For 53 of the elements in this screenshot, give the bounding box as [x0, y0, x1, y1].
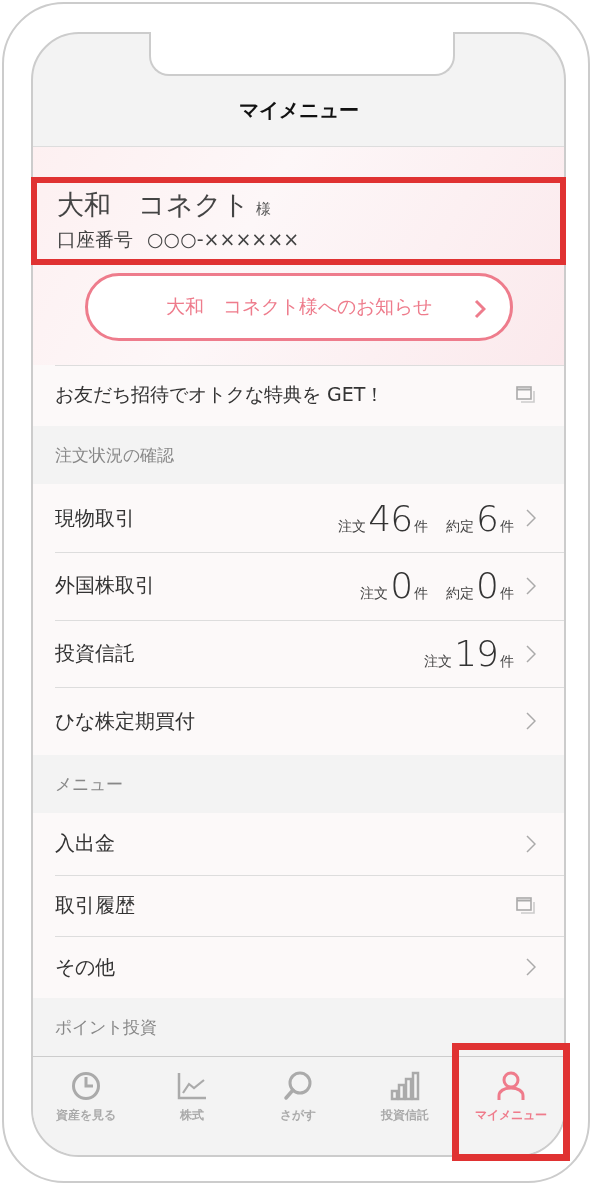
count-value: 0	[476, 565, 498, 607]
section-header: ポイント投資	[54, 1015, 158, 1039]
row-label: ひな株定期買付	[55, 707, 196, 735]
count-label: 約定	[446, 585, 475, 604]
account-number: ○○○-××××××	[147, 227, 300, 250]
page-title: マイメニュー	[238, 96, 359, 124]
search-icon	[283, 1071, 314, 1101]
menu-row[interactable]: その他	[33, 936, 564, 999]
person-icon	[495, 1071, 526, 1101]
row-label: 投資信託	[55, 640, 136, 667]
count-unit: 件	[500, 517, 514, 536]
chevron-icon	[526, 958, 536, 977]
bar-chart-icon	[389, 1071, 420, 1101]
row-label: 外国株取引	[55, 572, 156, 600]
count-value: 0	[390, 565, 413, 607]
chevron-icon	[526, 509, 536, 527]
count-label: 注文	[424, 653, 453, 671]
count-unit: 件	[414, 517, 429, 536]
count-unit: 件	[500, 585, 514, 604]
menu-row[interactable]: 入出金	[33, 812, 564, 875]
menu-row[interactable]: 投資信託 注文 19 件	[33, 619, 564, 688]
section-header: 注文状況の確認	[54, 443, 175, 467]
promo-label: お友だち招待でオトクな特典を GET！	[55, 382, 386, 408]
count-unit: 件	[500, 653, 514, 671]
chevron-icon	[526, 576, 536, 595]
menu-row[interactable]: 外国株取引 注文 0 件 約定 0 件	[33, 551, 564, 620]
row-label: その他	[55, 953, 116, 981]
count-value: 46	[368, 497, 413, 539]
new-window-icon	[516, 896, 536, 915]
new-window-icon	[516, 386, 536, 405]
count-value: 6	[476, 497, 498, 539]
count-label: 約定	[446, 517, 475, 536]
clock-icon	[71, 1071, 102, 1101]
count-label: 注文	[360, 585, 389, 604]
count-label: 注文	[338, 517, 367, 536]
menu-row[interactable]: 取引履歴	[33, 874, 564, 937]
honorific: 様	[256, 199, 271, 219]
account-name: 大和 コネクト	[57, 187, 250, 222]
promo-row[interactable]: お友だち招待でオトクな特典を GET！	[33, 364, 564, 427]
chevron-icon	[526, 644, 536, 663]
menu-row[interactable]: ひな株定期買付	[33, 687, 564, 756]
count-value: 19	[454, 633, 498, 674]
account-number-label: 口座番号	[57, 226, 133, 252]
chevron-icon	[526, 834, 536, 853]
row-label: 入出金	[55, 830, 116, 858]
row-label: 現物取引	[55, 504, 136, 532]
row-label: 取引履歴	[55, 892, 136, 920]
menu-row[interactable]: 現物取引 注文 46 件 約定 6 件	[33, 484, 564, 552]
section-header: メニュー	[54, 772, 124, 796]
line-chart-icon	[177, 1071, 208, 1101]
chevron-icon	[526, 712, 536, 731]
chevron-icon	[473, 298, 486, 319]
count-unit: 件	[414, 585, 429, 604]
